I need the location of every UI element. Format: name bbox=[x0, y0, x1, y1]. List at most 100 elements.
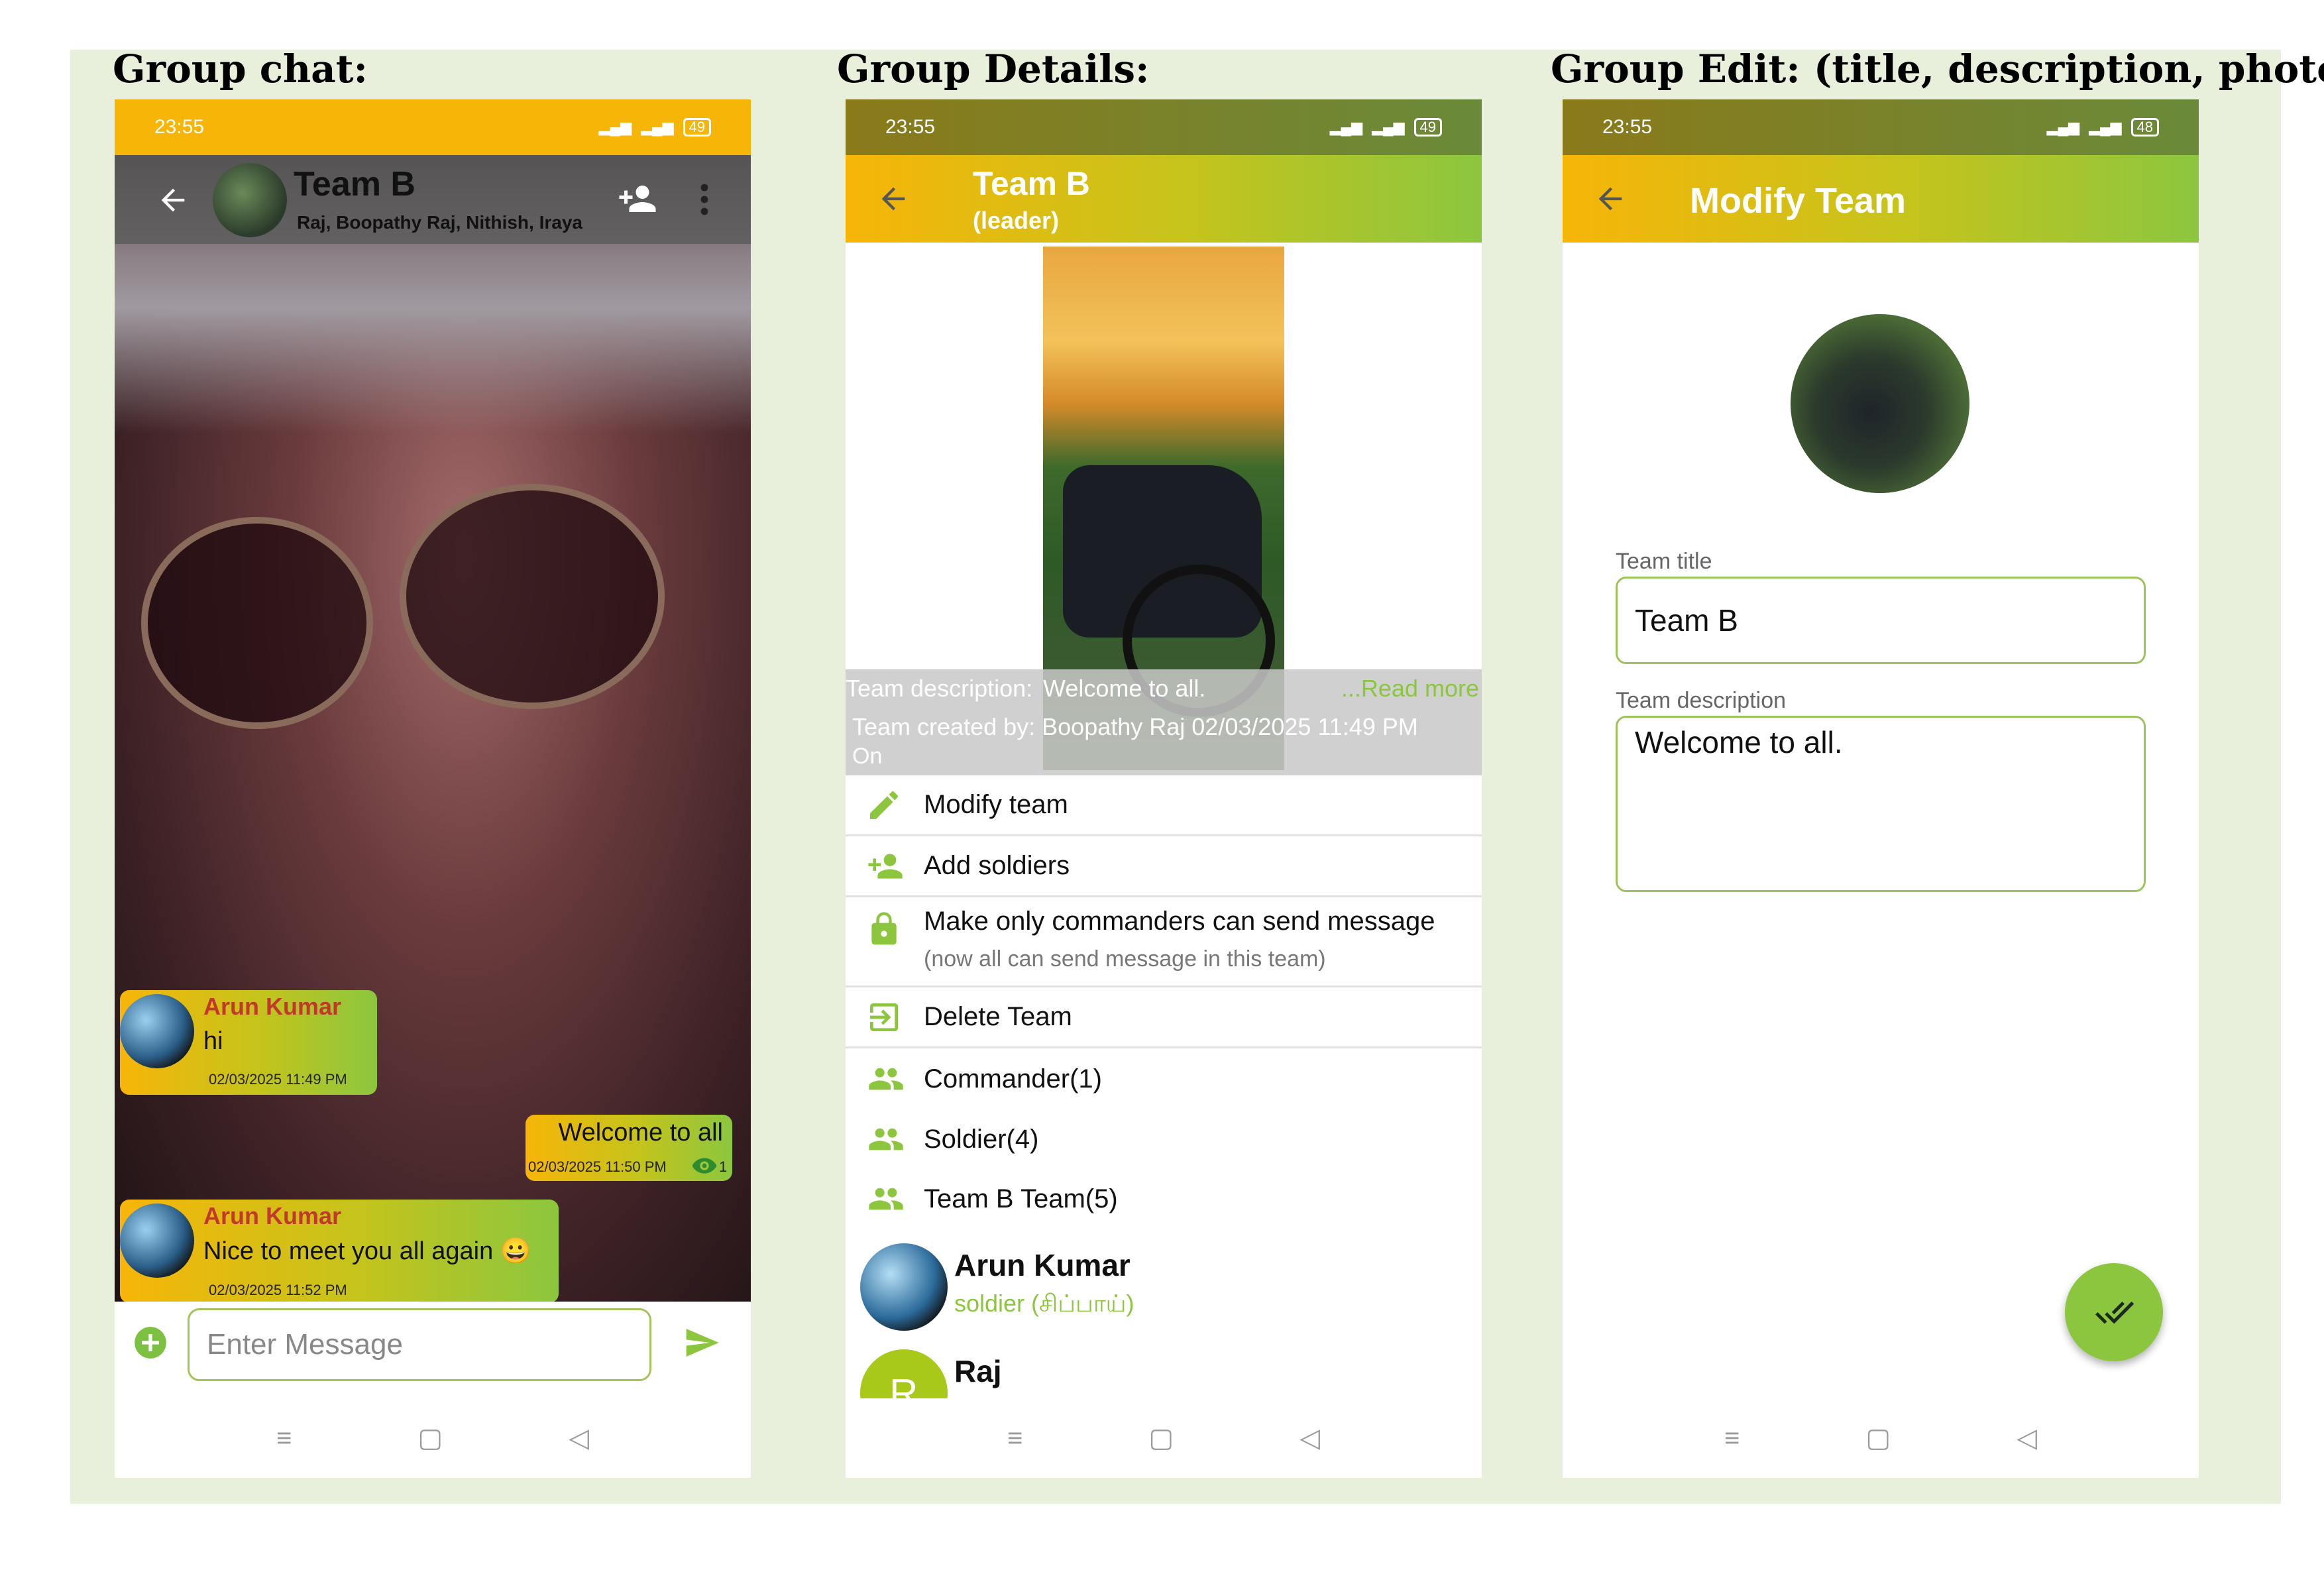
group-icon bbox=[869, 1128, 903, 1150]
member-role: soldier (சிப்பாய்) bbox=[954, 1290, 1134, 1317]
status-bar: 23:55 ▂▄▆ ▂▄▆ 49 bbox=[115, 99, 751, 155]
back-arrow-icon[interactable] bbox=[1593, 182, 1628, 216]
group-avatar[interactable] bbox=[213, 163, 287, 237]
details-screen: 23:55 ▂▄▆ ▂▄▆ 49 Team B (leader) Team de… bbox=[846, 99, 1482, 1478]
status-icons: ▂▄▆ ▂▄▆ 49 bbox=[1330, 118, 1442, 137]
team-photo-picker[interactable] bbox=[1791, 314, 1969, 493]
message-bubble[interactable]: Arun Kumar hi 02/03/2025 11:49 PM bbox=[120, 990, 377, 1095]
back-nav-icon[interactable]: ◁ bbox=[569, 1423, 589, 1453]
edit-title: Modify Team bbox=[1690, 181, 1907, 221]
signal-icon: ▂▄▆ bbox=[1329, 119, 1363, 135]
chat-group-name[interactable]: Team B bbox=[294, 164, 415, 204]
message-bubble[interactable]: Arun Kumar Nice to meet you all again 😀 … bbox=[120, 1200, 559, 1303]
wallpaper-glasses-right bbox=[400, 484, 665, 709]
exit-icon bbox=[870, 1003, 898, 1031]
chat-members: Raj, Boopathy Raj, Nithish, Iraya bbox=[297, 212, 582, 233]
menu-delete-team[interactable]: Delete Team bbox=[846, 987, 1482, 1048]
status-bar: 23:55 ▂▄▆ ▂▄▆ 49 bbox=[846, 99, 1482, 155]
team-title-label: Team title bbox=[1616, 549, 1712, 574]
sender-avatar bbox=[120, 1204, 194, 1278]
panel-title-edit: Group Edit: (title, description, photo bbox=[1551, 46, 2324, 91]
signal-icon: ▂▄▆ bbox=[2089, 119, 2122, 135]
menu-nav-icon[interactable]: ≡ bbox=[276, 1424, 292, 1453]
home-nav-icon[interactable]: ▢ bbox=[1865, 1423, 1891, 1453]
seen-eye-icon bbox=[692, 1158, 717, 1174]
group-icon bbox=[869, 1188, 903, 1210]
menu-sublabel: (now all can send message in this team) bbox=[924, 946, 1326, 972]
status-bar: 23:55 ▂▄▆ ▂▄▆ 48 bbox=[1563, 99, 2199, 155]
message-input[interactable]: Enter Message bbox=[188, 1308, 651, 1381]
chat-header: Team B Raj, Boopathy Raj, Nithish, Iraya bbox=[115, 155, 751, 244]
signal-icon: ▂▄▆ bbox=[2046, 119, 2080, 135]
menu-label: Modify team bbox=[924, 790, 1068, 819]
signal-icon: ▂▄▆ bbox=[1372, 119, 1405, 135]
menu-label: Soldier(4) bbox=[924, 1124, 1039, 1154]
edit-header: Modify Team bbox=[1563, 155, 2199, 243]
menu-nav-icon[interactable]: ≡ bbox=[1007, 1424, 1023, 1453]
menu-commanders[interactable]: Commander(1) bbox=[846, 1048, 1482, 1109]
menu-label: Add soldiers bbox=[924, 851, 1070, 880]
add-attachment-icon[interactable] bbox=[133, 1325, 168, 1360]
panel-title-details: Group Details: bbox=[837, 46, 1150, 91]
back-nav-icon[interactable]: ◁ bbox=[2017, 1423, 2037, 1453]
menu-label: Make only commanders can send message bbox=[924, 907, 1435, 936]
seen-count: 1 bbox=[719, 1158, 728, 1175]
menu-modify-team[interactable]: Modify team bbox=[846, 775, 1482, 836]
save-button[interactable] bbox=[2065, 1263, 2163, 1361]
details-title: Team B bbox=[973, 165, 1090, 202]
wallpaper-glasses-left bbox=[141, 517, 373, 729]
status-time: 23:55 bbox=[885, 116, 936, 138]
member-name: Arun Kumar bbox=[954, 1248, 1131, 1282]
read-more-link[interactable]: ...Read more bbox=[1341, 675, 1479, 702]
pencil-icon bbox=[870, 791, 898, 819]
description-label: Team description: bbox=[846, 675, 1033, 702]
member-initial: R bbox=[889, 1371, 918, 1398]
menu-label: Delete Team bbox=[924, 1002, 1072, 1031]
menu-add-soldiers[interactable]: Add soldiers bbox=[846, 836, 1482, 897]
back-nav-icon[interactable]: ◁ bbox=[1300, 1423, 1320, 1453]
add-person-icon[interactable] bbox=[615, 179, 660, 219]
double-check-icon bbox=[2095, 1302, 2134, 1324]
member-row[interactable]: Arun Kumar soldier (சிப்பாய்) bbox=[846, 1235, 1482, 1335]
home-nav-icon[interactable]: ▢ bbox=[1148, 1423, 1174, 1453]
more-vertical-icon[interactable] bbox=[698, 182, 711, 217]
system-nav-bar: ≡ ▢ ◁ bbox=[846, 1398, 1482, 1478]
team-description-input[interactable]: Welcome to all. bbox=[1616, 716, 2146, 892]
back-arrow-icon[interactable] bbox=[156, 183, 190, 217]
sender-name: Arun Kumar bbox=[203, 993, 342, 1020]
back-arrow-icon[interactable] bbox=[876, 182, 911, 216]
status-icons: ▂▄▆ ▂▄▆ 48 bbox=[2047, 118, 2159, 137]
menu-label: Team B Team(5) bbox=[924, 1184, 1118, 1213]
sender-name: Arun Kumar bbox=[203, 1202, 342, 1229]
message-bubble-own[interactable]: Welcome to all 02/03/2025 11:50 PM 1 bbox=[526, 1115, 732, 1181]
team-description-label: Team description bbox=[1616, 688, 1787, 713]
system-nav-bar: ≡ ▢ ◁ bbox=[115, 1398, 751, 1478]
message-time: 02/03/2025 11:52 PM bbox=[209, 1282, 347, 1298]
menu-restrict-messaging[interactable]: Make only commanders can send message (n… bbox=[846, 897, 1482, 987]
status-icons: ▂▄▆ ▂▄▆ 49 bbox=[599, 118, 711, 137]
home-nav-icon[interactable]: ▢ bbox=[417, 1423, 443, 1453]
battery-icon: 49 bbox=[1413, 118, 1442, 137]
message-text: hi bbox=[203, 1027, 223, 1055]
team-title-input[interactable]: Team B bbox=[1616, 577, 2146, 664]
sender-avatar bbox=[120, 994, 194, 1068]
send-icon[interactable] bbox=[682, 1324, 722, 1361]
menu-nav-icon[interactable]: ≡ bbox=[1724, 1424, 1740, 1453]
status-time: 23:55 bbox=[1602, 116, 1653, 138]
description-overlay: Team description: Welcome to all. ...Rea… bbox=[846, 669, 1482, 775]
chat-screen: 23:55 ▂▄▆ ▂▄▆ 49 Team B Raj, Boopathy Ra… bbox=[115, 99, 751, 1478]
group-icon bbox=[869, 1068, 903, 1090]
edit-screen: 23:55 ▂▄▆ ▂▄▆ 48 Modify Team Team title … bbox=[1563, 99, 2199, 1478]
menu-soldiers[interactable]: Soldier(4) bbox=[846, 1109, 1482, 1169]
message-text: Nice to meet you all again 😀 bbox=[203, 1237, 532, 1265]
member-name: Raj bbox=[954, 1354, 1002, 1388]
description-value: Welcome to all. bbox=[1043, 675, 1206, 702]
message-text: Welcome to all bbox=[558, 1119, 723, 1147]
created-by-text: Team created by: Boopathy Raj 02/03/2025… bbox=[852, 713, 1418, 740]
menu-team-members[interactable]: Team B Team(5) bbox=[846, 1169, 1482, 1229]
details-header: Team B (leader) bbox=[846, 155, 1482, 243]
member-avatar bbox=[860, 1243, 948, 1331]
details-subtitle: (leader) bbox=[973, 207, 1060, 234]
member-row[interactable]: R Raj bbox=[846, 1339, 1482, 1398]
battery-icon: 49 bbox=[683, 118, 711, 137]
